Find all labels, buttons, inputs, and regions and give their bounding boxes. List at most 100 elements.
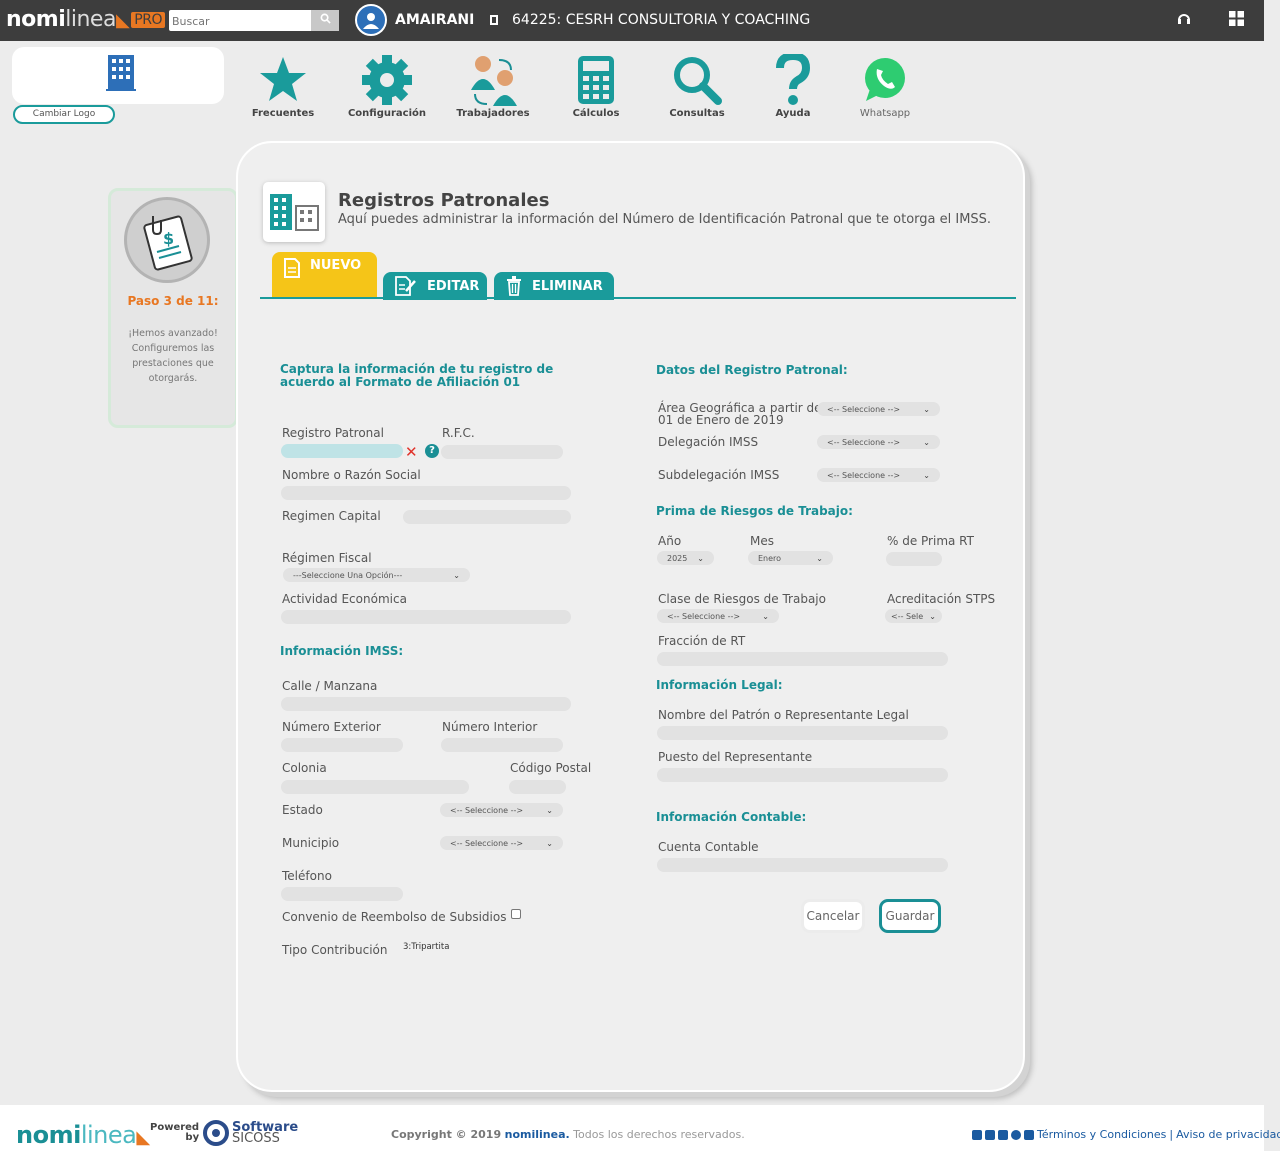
company-logo-box (12, 47, 224, 104)
support-icon[interactable] (1176, 11, 1192, 31)
save-button[interactable]: Guardar (879, 899, 941, 933)
apps-grid-icon[interactable] (1229, 11, 1244, 30)
copyright-pre: Copyright © 2019 (391, 1128, 502, 1141)
star-icon (243, 52, 323, 108)
tab-underline (260, 297, 1016, 299)
acreditacion-value: <-- Sele (891, 611, 924, 621)
cp-input[interactable] (509, 780, 566, 794)
nav-configuracion[interactable]: Configuración (347, 52, 427, 119)
acreditacion-select[interactable]: <-- Sele ⌄ (885, 609, 942, 623)
cuenta-input[interactable] (657, 858, 948, 872)
actividad-label: Actividad Económica (282, 592, 407, 606)
puesto-input[interactable] (657, 768, 948, 782)
tab-nuevo[interactable]: NUEVO (272, 252, 377, 299)
nav-ayuda[interactable]: Ayuda (753, 52, 833, 119)
contable-section-title: Información Contable: (656, 810, 807, 824)
registry-header-icon (263, 182, 325, 242)
tab-editar-label: EDITAR (427, 278, 480, 294)
document-money-icon: $ (143, 215, 193, 271)
telefono-input[interactable] (281, 887, 403, 901)
mes-select[interactable]: Enero ⌄ (748, 551, 833, 565)
num-int-input[interactable] (441, 738, 563, 752)
razon-social-input[interactable] (281, 486, 571, 500)
cancel-button[interactable]: Cancelar (801, 899, 865, 933)
brand-logo[interactable]: nomilinea◣ PRO (6, 7, 165, 32)
regimen-capital-input[interactable] (403, 510, 571, 524)
nav-calculos[interactable]: Cálculos (556, 52, 636, 119)
acreditacion-label: Acreditación STPS (887, 592, 996, 606)
question-icon (753, 52, 833, 108)
nav-label: Frecuentes (251, 108, 315, 119)
colonia-input[interactable] (281, 780, 469, 794)
step-message: ¡Hemos avanzado! Configuremos las presta… (128, 328, 218, 384)
search-input[interactable] (169, 11, 314, 32)
regimen-fiscal-select[interactable]: ---Seleccione Una Opción--- ⌄ (283, 568, 470, 582)
nav-consultas[interactable]: Consultas (657, 52, 737, 119)
help-icon[interactable]: ? (425, 444, 439, 458)
youtube-icon[interactable] (998, 1129, 1008, 1140)
anio-label: Año (658, 534, 682, 548)
chevron-down-icon: ⌄ (923, 404, 930, 414)
registro-patronal-input[interactable] (281, 444, 403, 458)
nav-trabajadores[interactable]: Trabajadores (453, 52, 533, 119)
nav-label: Configuración (347, 108, 427, 119)
anio-select[interactable]: 2025 ⌄ (657, 551, 714, 565)
tab-eliminar[interactable]: ELIMINAR (494, 272, 614, 300)
rfc-input[interactable] (441, 445, 563, 459)
convenio-checkbox[interactable] (511, 909, 521, 919)
copyright-brand: nomilinea. (504, 1128, 570, 1141)
linkedin-icon[interactable] (1024, 1129, 1034, 1140)
cuenta-label: Cuenta Contable (658, 840, 759, 854)
municipio-select[interactable]: <-- Seleccione --> ⌄ (440, 836, 563, 850)
nav-whatsapp[interactable]: Whatsapp (845, 52, 925, 119)
estado-select[interactable]: <-- Seleccione --> ⌄ (440, 803, 563, 817)
regimen-fiscal-label: Régimen Fiscal (282, 551, 372, 565)
area-geo-select[interactable]: <-- Seleccione --> ⌄ (817, 402, 940, 416)
actividad-input[interactable] (281, 610, 571, 624)
area-geo-label: Área Geográfica a partir del 01 de Enero … (658, 402, 825, 426)
nav-frecuentes[interactable]: Frecuentes (243, 52, 323, 119)
registro-patronal-label: Registro Patronal (282, 426, 384, 440)
delegacion-select[interactable]: <-- Seleccione --> ⌄ (817, 435, 940, 449)
area-geo-value: <-- Seleccione --> (827, 404, 901, 414)
regimen-fiscal-value: ---Seleccione Una Opción--- (293, 570, 403, 580)
sicoss-logo: Software SICOSS (203, 1120, 298, 1146)
fraccion-input[interactable] (657, 652, 948, 666)
clase-select[interactable]: <-- Seleccione --> ⌄ (657, 609, 779, 623)
page-title: Registros Patronales (338, 190, 550, 211)
chevron-down-icon: ⌄ (453, 570, 460, 580)
subdelegacion-label: Subdelegación IMSS (658, 468, 780, 482)
footer-brand-light: linea (80, 1121, 137, 1149)
tab-editar[interactable]: EDITAR (383, 272, 487, 300)
search-icon[interactable] (311, 10, 339, 31)
change-logo-button[interactable]: Cambiar Logo (13, 105, 115, 124)
tab-nuevo-label: NUEVO (310, 258, 362, 273)
company-selector[interactable]: 64225: CESRH CONSULTORIA Y COACHING (490, 12, 810, 28)
facebook-icon[interactable] (985, 1129, 995, 1140)
subdelegacion-select[interactable]: <-- Seleccione --> ⌄ (817, 468, 940, 482)
num-ext-input[interactable] (281, 738, 403, 752)
terms-link[interactable]: Términos y Condiciones (1037, 1128, 1166, 1141)
delegacion-value: <-- Seleccione --> (827, 437, 901, 447)
user-name: AMAIRANI (395, 12, 475, 28)
telefono-label: Teléfono (282, 869, 332, 883)
chevron-down-icon: ⌄ (546, 805, 553, 815)
prima-rt-input[interactable] (886, 552, 942, 566)
instagram-icon[interactable] (1011, 1129, 1021, 1140)
representante-input[interactable] (657, 726, 948, 740)
search-box (169, 10, 339, 32)
chevron-down-icon: ⌄ (697, 553, 704, 563)
privacy-link[interactable]: Aviso de privacidad (1176, 1128, 1280, 1141)
user-menu[interactable]: AMAIRANI (355, 4, 474, 36)
estado-label: Estado (282, 803, 323, 817)
calle-input[interactable] (281, 697, 571, 711)
municipio-value: <-- Seleccione --> (450, 838, 524, 848)
tab-eliminar-label: ELIMINAR (532, 278, 603, 294)
clase-value: <-- Seleccione --> (667, 611, 741, 621)
municipio-label: Municipio (282, 836, 340, 850)
company-logo-icon (106, 55, 136, 91)
twitter-icon[interactable] (972, 1129, 982, 1140)
imss-section-title: Información IMSS: (280, 644, 404, 658)
step-panel: $ Paso 3 de 11: ¡Hemos avanzado! Configu… (108, 188, 238, 428)
prima-rt-label: % de Prima RT (887, 534, 974, 548)
